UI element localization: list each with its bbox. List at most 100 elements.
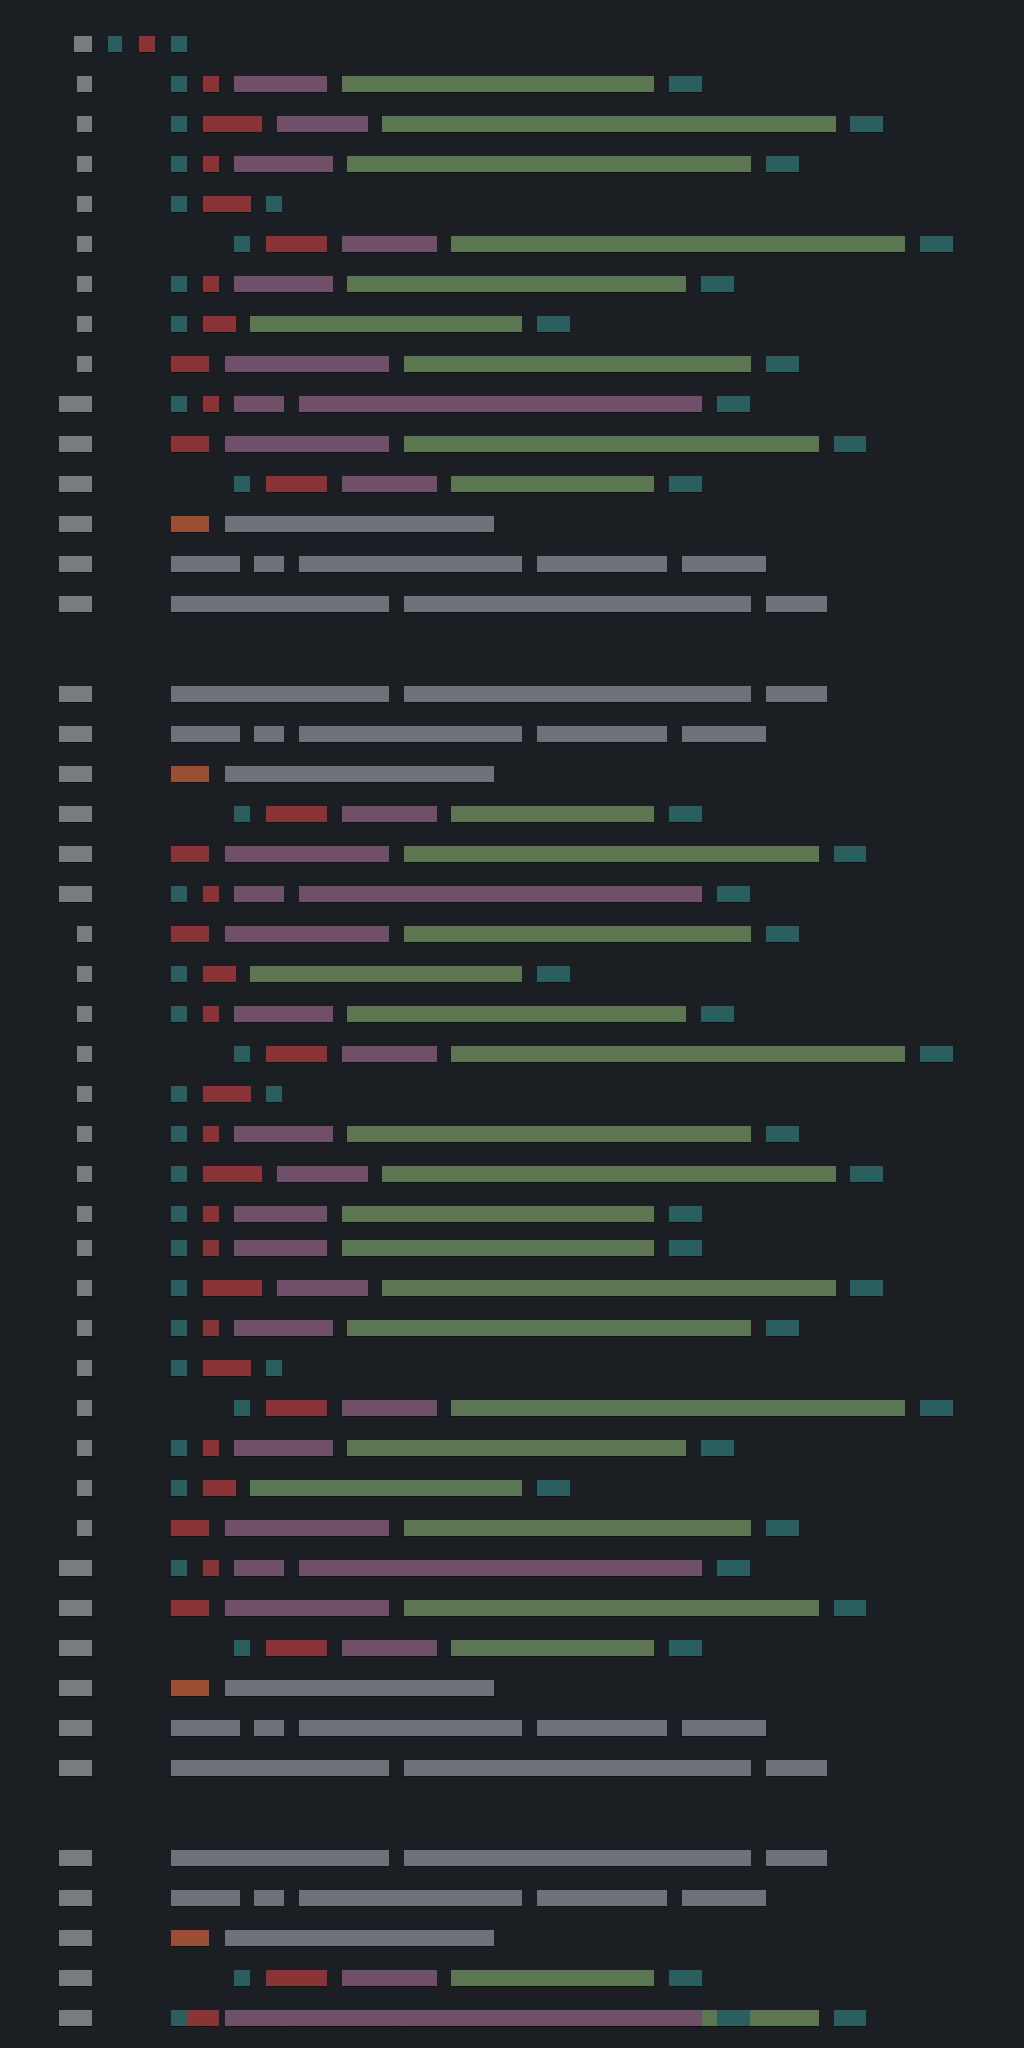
line-number-marker: [59, 1720, 92, 1736]
code-token: [537, 726, 667, 742]
code-token: [234, 1970, 250, 1986]
code-line: [0, 554, 1024, 574]
code-token: [342, 476, 437, 492]
code-token: [171, 1240, 187, 1256]
code-token: [234, 276, 333, 292]
code-token: [299, 726, 522, 742]
code-token: [234, 1046, 250, 1062]
line-number-marker: [59, 1930, 92, 1946]
line-number-marker: [59, 476, 92, 492]
code-token: [834, 846, 866, 862]
code-token: [254, 1890, 284, 1906]
code-token: [766, 356, 799, 372]
code-line: [0, 194, 1024, 214]
code-token: [108, 36, 122, 52]
code-token: [682, 1890, 766, 1906]
code-token: [342, 1400, 437, 1416]
code-line: [0, 354, 1024, 374]
line-number-marker: [59, 596, 92, 612]
line-number-marker: [59, 686, 92, 702]
line-number-marker: [77, 1166, 92, 1182]
code-line: [0, 1678, 1024, 1698]
code-line: [0, 1318, 1024, 1338]
code-token: [299, 396, 702, 412]
code-line: [0, 1718, 1024, 1738]
code-token: [669, 1206, 702, 1222]
code-token: [451, 1400, 905, 1416]
code-line: [0, 924, 1024, 944]
code-line: [0, 1888, 1024, 1908]
code-token: [299, 1720, 522, 1736]
code-token: [171, 76, 187, 92]
code-token: [171, 1850, 389, 1866]
code-line: [0, 474, 1024, 494]
code-token: [669, 476, 702, 492]
code-token: [277, 1166, 368, 1182]
code-token: [266, 476, 327, 492]
code-token: [404, 436, 819, 452]
code-token: [266, 806, 327, 822]
code-token: [203, 1206, 219, 1222]
code-token: [171, 1720, 240, 1736]
code-line: [0, 34, 1024, 54]
line-number-marker: [77, 1240, 92, 1256]
code-token: [277, 1280, 368, 1296]
line-number-marker: [77, 1520, 92, 1536]
code-token: [451, 476, 654, 492]
code-line: [0, 1558, 1024, 1578]
code-token: [342, 1640, 437, 1656]
line-number-marker: [59, 1600, 92, 1616]
code-token: [342, 1046, 437, 1062]
code-line: [0, 1928, 1024, 1948]
code-token: [171, 926, 209, 942]
code-token: [266, 236, 327, 252]
code-token: [171, 196, 187, 212]
line-number-marker: [77, 1046, 92, 1062]
line-number-marker: [77, 966, 92, 982]
minimap-code-editor: [0, 0, 1024, 2048]
code-token: [382, 1166, 836, 1182]
line-number-marker: [77, 1400, 92, 1416]
code-token: [171, 1126, 187, 1142]
code-token: [766, 686, 827, 702]
code-token: [225, 1600, 389, 1616]
code-token: [347, 1126, 751, 1142]
code-token: [234, 1400, 250, 1416]
code-token: [203, 156, 219, 172]
code-token: [382, 1280, 836, 1296]
code-token: [254, 556, 284, 572]
code-line: [0, 1518, 1024, 1538]
code-token: [171, 766, 209, 782]
code-token: [717, 886, 750, 902]
line-number-marker: [77, 316, 92, 332]
code-token: [171, 1680, 209, 1696]
code-token: [225, 516, 494, 532]
code-token: [451, 1970, 654, 1986]
code-token: [347, 1320, 751, 1336]
code-token: [766, 1320, 799, 1336]
code-token: [225, 1680, 494, 1696]
code-token: [171, 396, 187, 412]
line-number-marker: [77, 1206, 92, 1222]
code-token: [404, 596, 751, 612]
code-token: [171, 1480, 187, 1496]
code-line: [0, 1084, 1024, 1104]
code-token: [171, 1890, 240, 1906]
line-number-marker: [77, 156, 92, 172]
code-token: [342, 1240, 654, 1256]
code-token: [347, 156, 751, 172]
line-number-marker: [59, 1680, 92, 1696]
code-token: [766, 596, 827, 612]
code-line: [0, 594, 1024, 614]
code-token: [171, 276, 187, 292]
code-token: [451, 1046, 905, 1062]
code-token: [669, 1970, 702, 1986]
code-line: [0, 1124, 1024, 1144]
code-token: [203, 1320, 219, 1336]
code-token: [171, 1520, 209, 1536]
code-token: [234, 76, 327, 92]
code-token: [203, 1086, 251, 1102]
code-token: [225, 1930, 494, 1946]
code-token: [171, 316, 187, 332]
